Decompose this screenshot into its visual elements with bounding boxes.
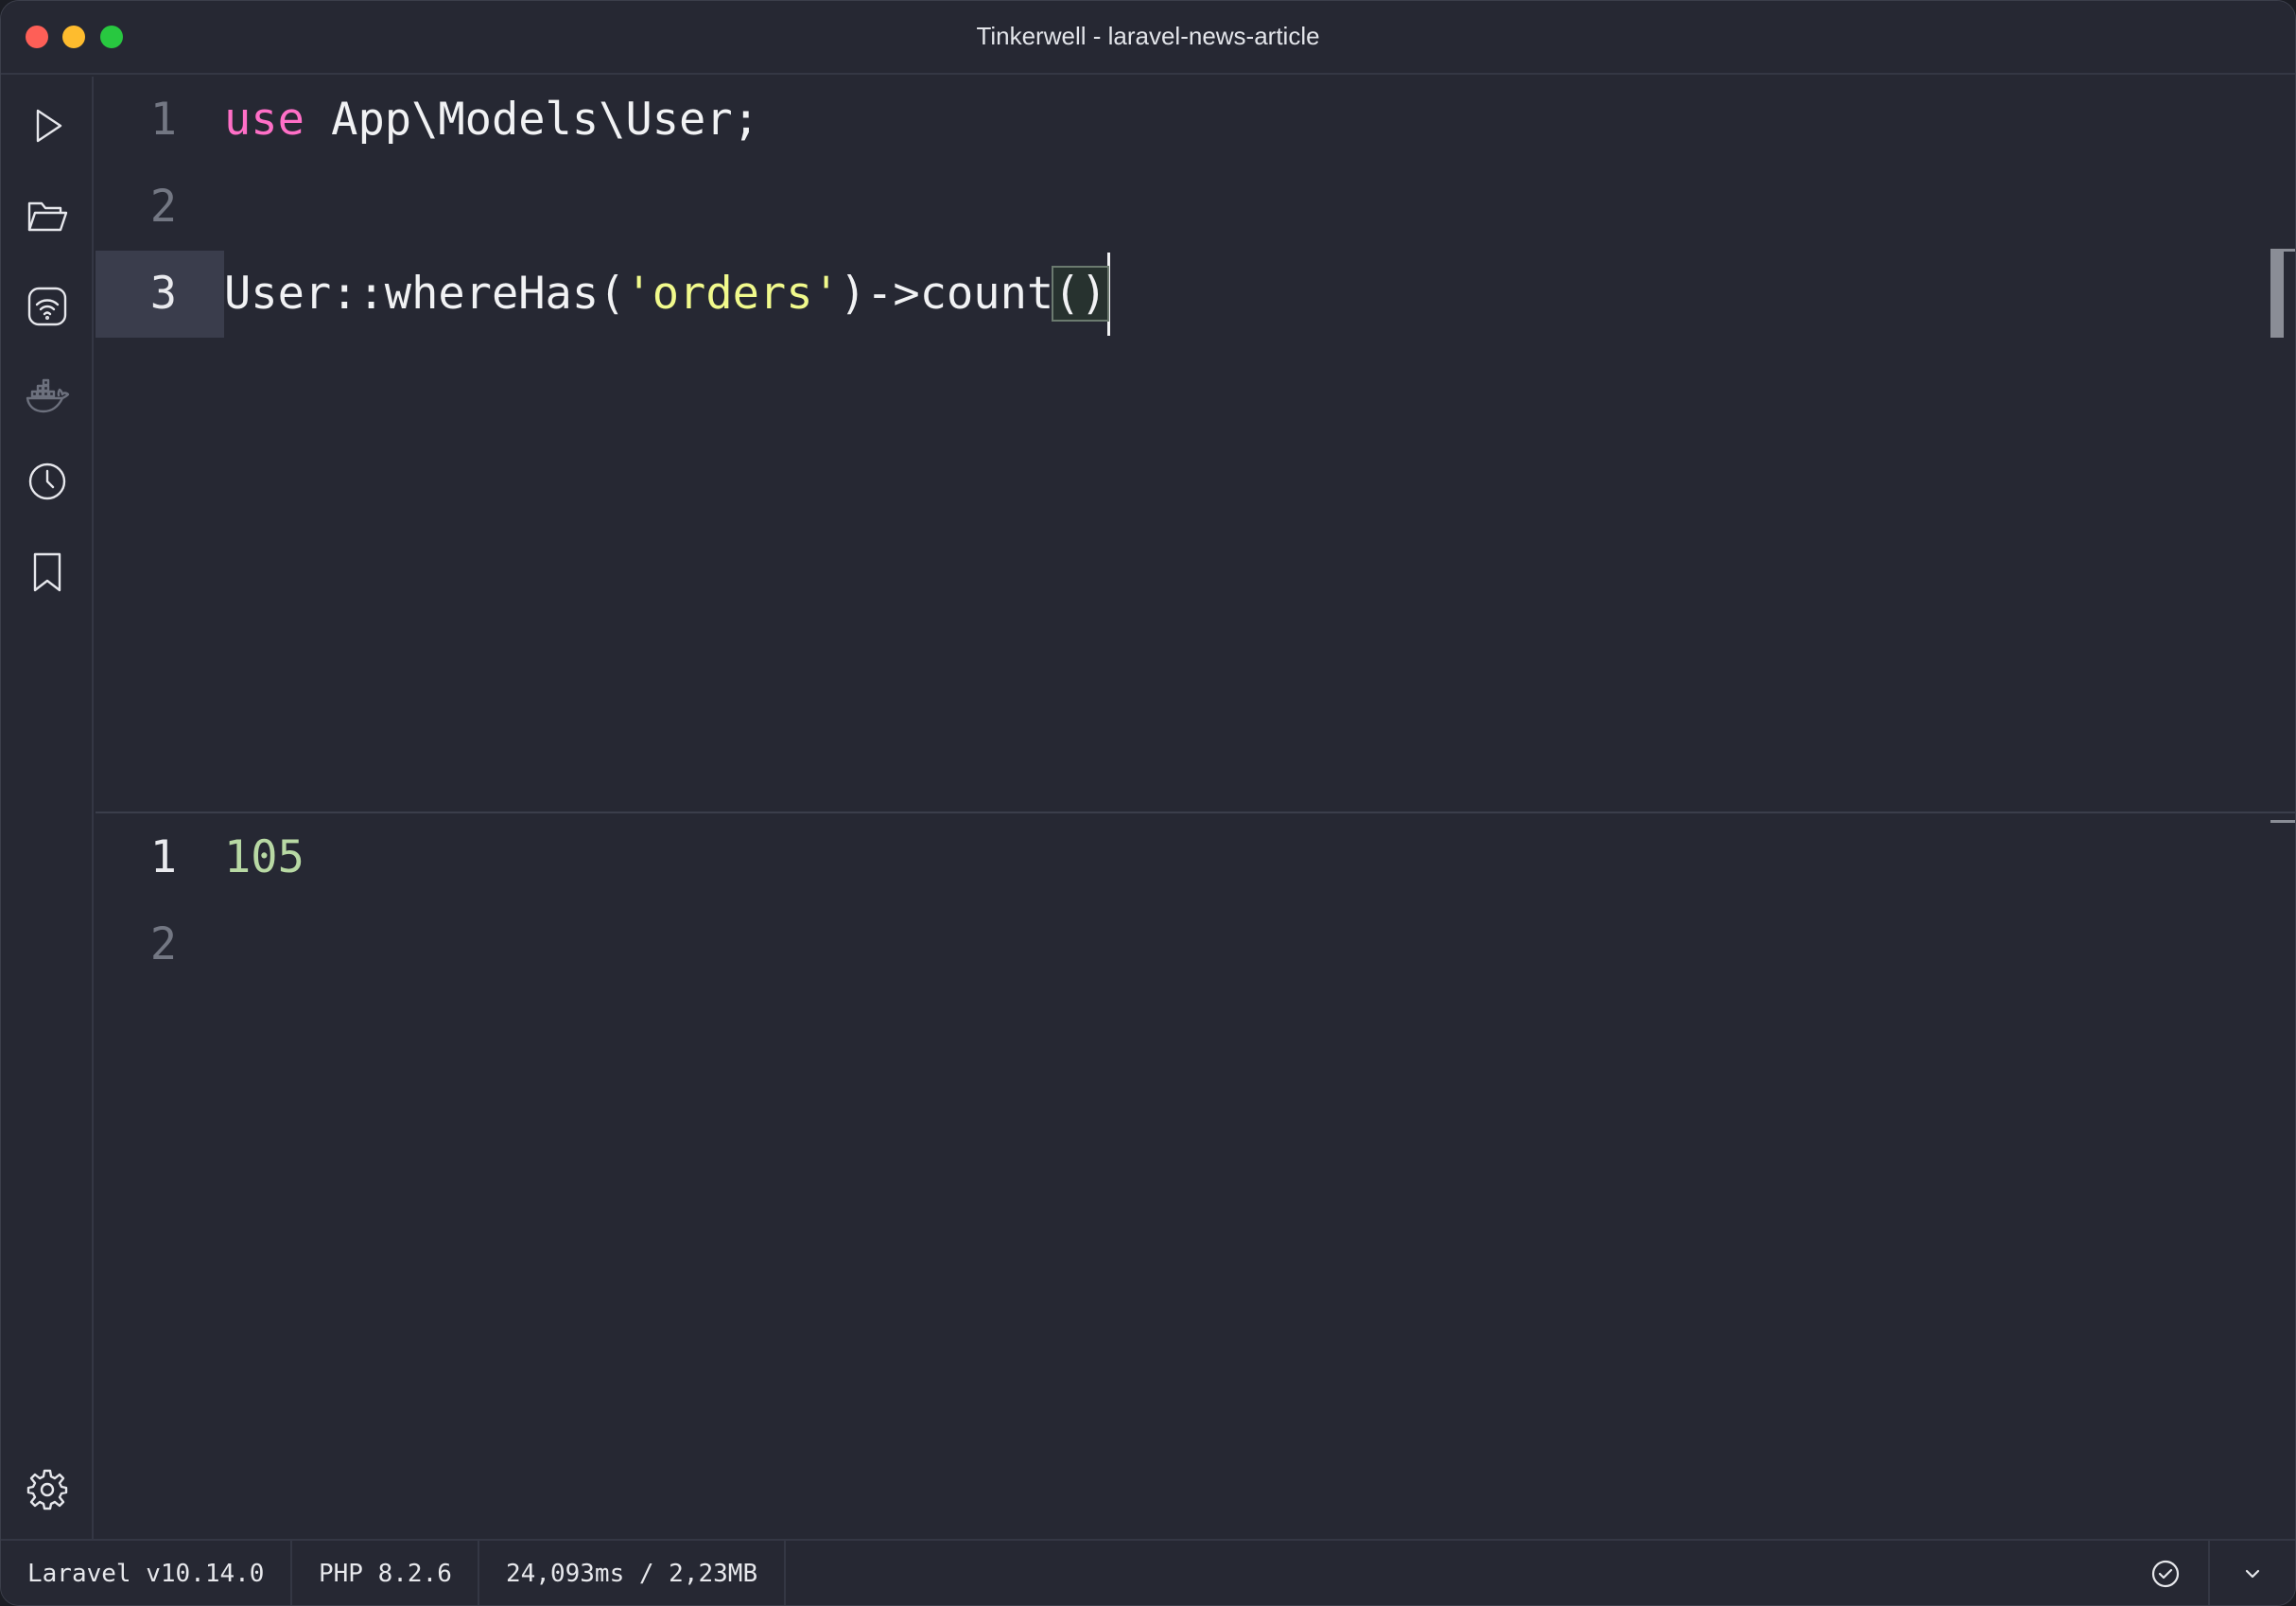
wifi-icon [27, 287, 67, 326]
title-bar: Tinkerwell - laravel-news-article [1, 1, 2295, 75]
play-icon [36, 109, 62, 143]
clock-icon [28, 463, 66, 500]
output-line: 2 [96, 901, 2270, 988]
window-title: Tinkerwell - laravel-news-article [976, 22, 1320, 50]
output-line: 1 105 [96, 814, 2270, 901]
execution-metrics: 24,093ms / 2,23MB [479, 1541, 786, 1605]
open-file-button[interactable] [19, 188, 76, 245]
code-token: App\Models\User; [304, 94, 759, 146]
string-token: 'orders' [625, 268, 840, 320]
line-number: 1 [149, 94, 177, 146]
code-text[interactable]: use App\Models\User; [224, 77, 759, 164]
code-text[interactable]: User::whereHas('orders')->count() [224, 251, 1110, 338]
run-button[interactable] [19, 97, 76, 154]
keyword-token: use [224, 94, 304, 146]
folder-open-icon [27, 201, 68, 232]
code-line[interactable]: 1 use App\Models\User; [96, 77, 2270, 164]
line-number: 1 [149, 831, 177, 883]
snippets-button[interactable] [19, 544, 76, 601]
output-panel[interactable]: 1 105 2 [96, 814, 2270, 1539]
framework-version[interactable]: Laravel v10.14.0 [1, 1541, 292, 1605]
code-line[interactable]: 2 [96, 164, 2270, 251]
code-token: )->count [839, 268, 1054, 320]
status-divider [2208, 1541, 2210, 1605]
connection-button[interactable] [19, 278, 76, 335]
php-version[interactable]: PHP 8.2.6 [292, 1541, 479, 1605]
editor-scroll-marker[interactable] [2270, 249, 2284, 338]
sidebar [1, 77, 94, 1539]
active-code-line[interactable]: 3 User::whereHas('orders')->count() [96, 251, 2270, 338]
paren-close: ) [1080, 268, 1107, 320]
docker-icon [26, 378, 70, 413]
bookmark-icon [33, 552, 61, 592]
settings-button[interactable] [19, 1461, 76, 1518]
app-window: Tinkerwell - laravel-news-article 1 use … [0, 0, 2296, 1606]
pane-divider[interactable] [96, 812, 2295, 813]
status-bar: Laravel v10.14.0 PHP 8.2.6 24,093ms / 2,… [1, 1539, 2295, 1605]
chevron-down-icon [2245, 1569, 2260, 1579]
code-token: User::whereHas( [224, 268, 626, 320]
status-menu-button[interactable] [2229, 1550, 2276, 1597]
matched-bracket: () [1052, 266, 1109, 322]
line-number: 2 [149, 181, 177, 233]
check-circle-icon [2151, 1560, 2180, 1588]
gear-icon [26, 1469, 68, 1510]
output-scroll-tick [2270, 820, 2295, 823]
status-check-button[interactable] [2142, 1550, 2189, 1597]
editor-scroll-tick [2270, 249, 2295, 252]
code-editor[interactable]: 1 use App\Models\User; 2 3 User::whereHa… [96, 77, 2270, 812]
text-cursor [1106, 252, 1110, 336]
docker-button[interactable] [19, 368, 76, 425]
line-number: 3 [96, 251, 224, 338]
line-number: 2 [149, 918, 177, 970]
history-button[interactable] [19, 453, 76, 510]
paren-open: ( [1053, 268, 1081, 320]
output-value: 105 [224, 831, 304, 883]
